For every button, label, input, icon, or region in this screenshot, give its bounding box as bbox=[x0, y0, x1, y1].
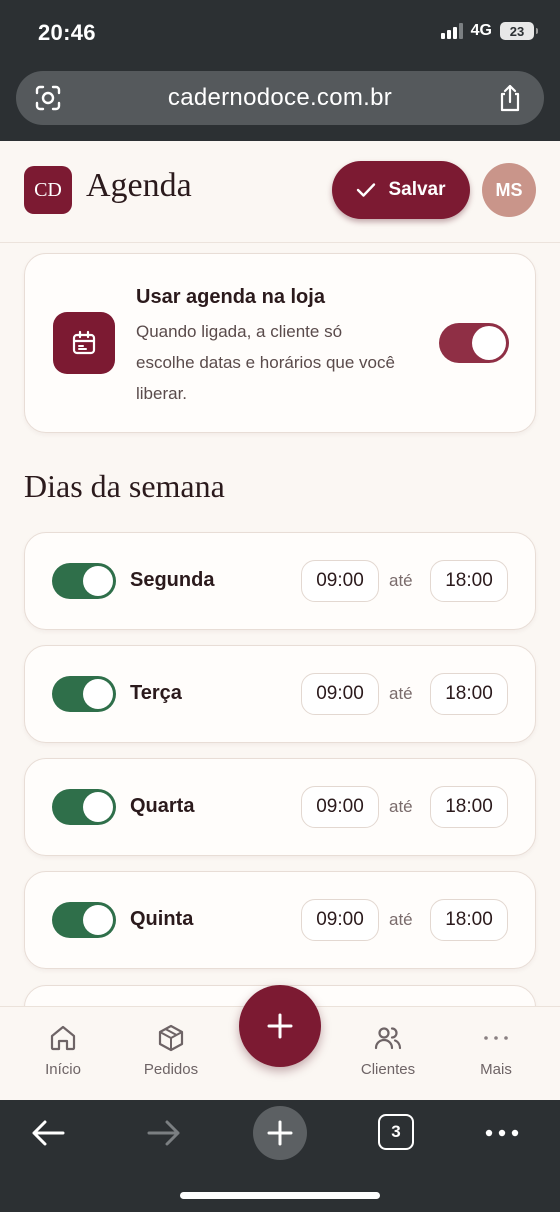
day-toggle[interactable] bbox=[52, 902, 116, 938]
url-text: cadernodoce.com.br bbox=[167, 84, 393, 111]
more-icon bbox=[484, 1036, 508, 1040]
calendar-icon bbox=[53, 312, 115, 374]
day-row-quarta: Quarta 09:00 até 18:00 bbox=[24, 758, 536, 856]
plus-icon bbox=[267, 1120, 293, 1146]
day-name: Segunda bbox=[130, 569, 215, 591]
back-button[interactable] bbox=[22, 1112, 74, 1154]
time-separator: até bbox=[389, 797, 413, 816]
forward-button[interactable] bbox=[138, 1112, 190, 1154]
day-row-terca: Terça 09:00 até 18:00 bbox=[24, 645, 536, 743]
day-row-segunda: Segunda 09:00 até 18:00 bbox=[24, 532, 536, 630]
more-icon bbox=[485, 1129, 519, 1137]
add-button[interactable] bbox=[239, 985, 321, 1067]
save-button[interactable]: Salvar bbox=[332, 161, 470, 219]
toggle-knob bbox=[83, 566, 113, 596]
address-bar[interactable]: cadernodoce.com.br bbox=[16, 71, 544, 125]
share-icon[interactable] bbox=[496, 83, 524, 113]
status-indicators: 4G 23 bbox=[440, 22, 538, 40]
signal-icon bbox=[440, 23, 463, 39]
start-time-field[interactable]: 09:00 bbox=[301, 673, 379, 715]
day-toggle[interactable] bbox=[52, 676, 116, 712]
toggle-knob bbox=[83, 792, 113, 822]
time-separator: até bbox=[389, 684, 413, 703]
nav-label: Mais bbox=[480, 1061, 512, 1078]
toggle-knob bbox=[83, 905, 113, 935]
nav-item-pedidos[interactable]: Pedidos bbox=[126, 1021, 216, 1078]
box-icon bbox=[158, 1024, 184, 1052]
forward-arrow-icon bbox=[147, 1120, 180, 1146]
check-icon bbox=[357, 183, 376, 197]
store-agenda-card: Usar agenda na loja Quando ligada, a cli… bbox=[24, 253, 536, 433]
time-separator: até bbox=[389, 571, 413, 590]
store-agenda-toggle[interactable] bbox=[439, 323, 509, 363]
app-header: CD Agenda Salvar MS bbox=[0, 141, 560, 243]
store-agenda-description: Quando ligada, a cliente só escolhe data… bbox=[136, 322, 395, 403]
nav-label: Pedidos bbox=[143, 1061, 199, 1078]
avatar[interactable]: MS bbox=[482, 163, 536, 217]
start-time-field[interactable]: 09:00 bbox=[301, 560, 379, 602]
time-separator: até bbox=[389, 910, 413, 929]
end-time-field[interactable]: 18:00 bbox=[430, 786, 508, 828]
toggle-knob bbox=[83, 679, 113, 709]
day-toggle[interactable] bbox=[52, 563, 116, 599]
day-name: Terça bbox=[130, 682, 182, 704]
back-arrow-icon bbox=[32, 1120, 65, 1146]
end-time-field[interactable]: 18:00 bbox=[430, 673, 508, 715]
brand-logo[interactable]: CD bbox=[24, 166, 72, 214]
plus-icon bbox=[267, 1013, 293, 1039]
store-agenda-title: Usar agenda na loja bbox=[136, 286, 325, 308]
nav-item-clientes[interactable]: Clientes bbox=[343, 1021, 433, 1078]
browser-bottom-bar: 3 bbox=[0, 1100, 560, 1212]
nav-label: Clientes bbox=[360, 1061, 416, 1078]
home-icon bbox=[50, 1025, 76, 1051]
page-title: Agenda bbox=[86, 167, 192, 204]
nav-item-inicio[interactable]: Início bbox=[18, 1021, 108, 1078]
tab-count-button[interactable]: 3 bbox=[378, 1114, 414, 1150]
browser-top-bar: 20:46 4G 23 cadernodoce.com.br bbox=[0, 0, 560, 141]
section-title: Dias da semana bbox=[24, 468, 225, 504]
home-indicator bbox=[180, 1192, 380, 1199]
end-time-field[interactable]: 18:00 bbox=[430, 560, 508, 602]
network-type: 4G bbox=[470, 22, 492, 39]
scan-icon[interactable] bbox=[34, 84, 62, 112]
nav-item-mais[interactable]: Mais bbox=[451, 1021, 541, 1078]
save-button-label: Salvar bbox=[388, 179, 446, 200]
toggle-knob bbox=[472, 326, 506, 360]
end-time-field[interactable]: 18:00 bbox=[430, 899, 508, 941]
start-time-field[interactable]: 09:00 bbox=[301, 786, 379, 828]
day-name: Quinta bbox=[130, 908, 194, 930]
new-tab-button[interactable] bbox=[253, 1106, 307, 1160]
users-icon bbox=[374, 1027, 402, 1050]
nav-label: Início bbox=[45, 1061, 81, 1078]
day-row-quinta: Quinta 09:00 até 18:00 bbox=[24, 871, 536, 969]
start-time-field[interactable]: 09:00 bbox=[301, 899, 379, 941]
day-name: Quarta bbox=[130, 795, 195, 817]
day-toggle[interactable] bbox=[52, 789, 116, 825]
battery-icon: 23 bbox=[500, 22, 538, 40]
menu-button[interactable] bbox=[476, 1112, 528, 1154]
status-time: 20:46 bbox=[38, 20, 96, 45]
